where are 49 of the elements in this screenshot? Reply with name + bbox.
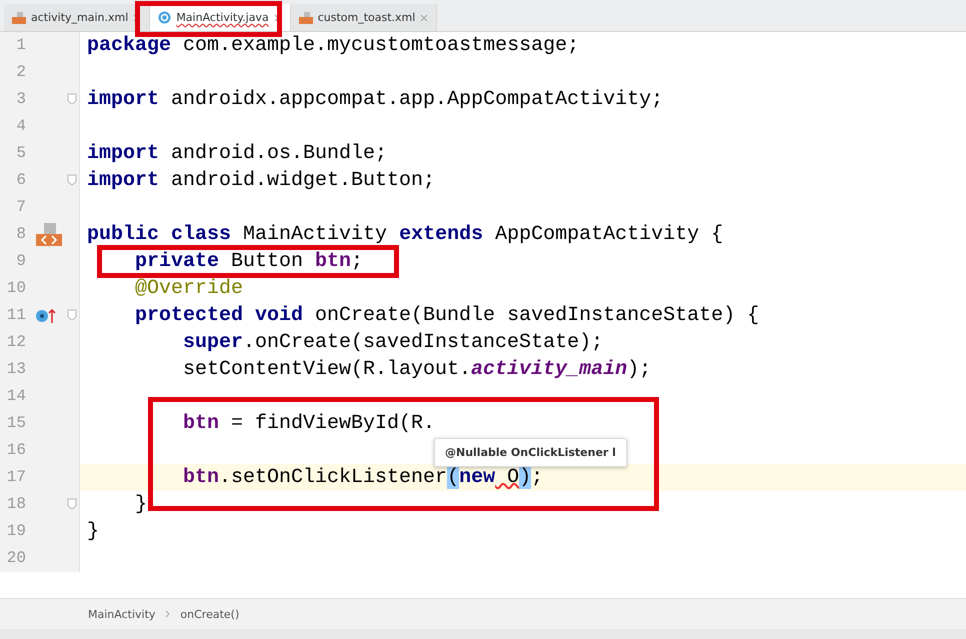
line-number: 20 [6,548,26,569]
line-number: 9 [15,251,26,272]
fold-icon[interactable] [67,309,77,321]
breadcrumb[interactable]: onCreate() [180,608,240,620]
line-number: 10 [6,278,26,299]
code-line: public class MainActivity extends AppCompatActivity { [86,224,724,244]
line-number: 11 [6,305,26,326]
line-number: 5 [15,143,26,164]
line-number: 16 [6,440,26,461]
code-line: @Override [134,278,244,298]
editor-tab[interactable]: activity_main.xml [4,4,150,31]
code-line: } [86,522,100,542]
code-line: setContentView(R.layout.activity_main); [182,360,652,380]
line-number: 14 [6,386,26,407]
fold-icon[interactable] [67,498,77,510]
fold-icon[interactable] [67,174,77,186]
override-icon[interactable] [36,308,56,324]
class-icon [158,11,172,24]
line-number: 18 [6,494,26,515]
code-line: import android.widget.Button; [86,170,436,190]
fold-icon[interactable] [67,93,77,105]
code-line: private Button btn; [134,252,364,272]
code-line: super.onCreate(savedInstanceState); [182,332,604,352]
chevron-icon [165,610,170,618]
line-number: 2 [15,62,26,83]
editor-tab[interactable]: custom_toast.xml [290,4,438,31]
code-line: } [134,494,148,514]
code-line: import android.os.Bundle; [86,144,388,164]
layout-file-icon [298,12,313,24]
line-number: 8 [15,224,26,245]
line-number: 19 [6,521,26,542]
breadcrumb[interactable]: MainActivity [88,608,156,620]
line-number: 1 [15,35,26,56]
parameter-hint-tooltip: @Nullable OnClickListener l [434,438,627,467]
layout-file-icon [12,12,26,24]
line-number: 15 [6,413,26,434]
line-number: 17 [6,467,26,488]
line-number: 7 [15,197,26,218]
class-file-icon [36,223,62,247]
line-number: 13 [6,359,26,380]
code-line: import androidx.appcompat.app.AppCompatActivity; [86,90,664,110]
line-number: 4 [15,116,26,137]
code-line: package com.example.mycustomtoastmessage; [86,36,580,56]
code-line: protected void onCreate(Bundle savedInstanceState) { [134,306,760,326]
line-number: 3 [15,89,26,110]
line-number: 12 [6,332,26,353]
line-number: 6 [15,170,26,191]
editor-tab[interactable]: MainActivity.java [150,4,291,31]
code-line: btn = findViewById(R. [182,414,436,434]
